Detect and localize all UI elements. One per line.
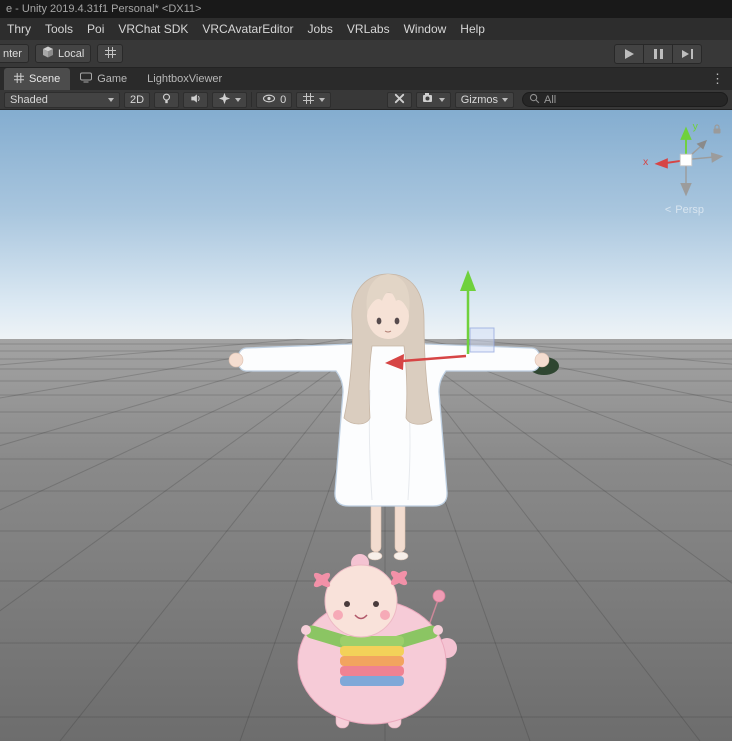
axis-x-handle[interactable]: [654, 158, 668, 169]
chevron-down-icon: [438, 97, 445, 102]
sweater-dress: [237, 340, 541, 507]
sparkle-icon: [218, 92, 231, 108]
chevron-down-icon: [235, 97, 242, 102]
axis-y-label: y: [693, 120, 699, 132]
scene-grid-icon: [14, 72, 24, 86]
tab-game-label: Game: [97, 73, 128, 85]
hidden-object-count: 0: [280, 93, 287, 106]
plane-handle[interactable]: [469, 327, 495, 353]
axis-y-cone[interactable]: [460, 270, 476, 291]
axis-center-handle[interactable]: [679, 153, 693, 167]
menu-item-vrchat-sdk[interactable]: VRChat SDK: [111, 18, 195, 40]
avatar-girl-model[interactable]: [228, 273, 559, 561]
draw-mode-label: Shaded: [10, 93, 48, 106]
window-title-bar: e - Unity 2019.4.31f1 Personal* <DX11>: [0, 0, 732, 18]
axis-y-handle[interactable]: [680, 126, 692, 140]
gizmos-dropdown[interactable]: Gizmos: [454, 91, 514, 108]
game-icon: [80, 72, 93, 86]
menu-bar: Thry Tools Poi VRChat SDK VRCAvatarEdito…: [0, 18, 732, 40]
menu-item-window[interactable]: Window: [397, 18, 454, 40]
axis-grey-down-cone[interactable]: [680, 182, 692, 197]
axis-grey-right-cone[interactable]: [710, 152, 724, 163]
lighting-toggle-button[interactable]: [154, 91, 180, 108]
lightbulb-icon: [160, 92, 173, 108]
axis-x-label: x: [643, 156, 649, 168]
menu-item-thry[interactable]: Thry: [0, 18, 38, 40]
main-toolbar: nter Local: [0, 40, 732, 68]
persp-text: Persp: [675, 204, 704, 216]
draw-mode-dropdown[interactable]: Shaded: [4, 91, 120, 108]
tools-icon: [393, 92, 406, 108]
snap-settings-button[interactable]: [97, 44, 124, 63]
tab-game[interactable]: Game: [70, 68, 137, 90]
scene-viewport[interactable]: y x < Persp: [0, 110, 732, 741]
tab-options-icon[interactable]: ⋮: [703, 68, 732, 90]
projection-mode-label[interactable]: < Persp: [665, 204, 704, 216]
eye-icon: [262, 92, 276, 108]
cube-icon: [42, 46, 54, 61]
play-icon: [624, 48, 634, 59]
pivot-mode-label: nter: [3, 47, 22, 60]
component-tools-toggle[interactable]: [386, 91, 412, 108]
menu-item-vrcavatareditor[interactable]: VRCAvatarEditor: [195, 18, 300, 40]
search-icon: [529, 93, 540, 107]
tab-scene[interactable]: Scene: [4, 68, 71, 90]
play-button[interactable]: [614, 43, 644, 64]
ear-bow-left: [313, 572, 331, 588]
persp-chevron-icon: <: [664, 204, 672, 216]
toggle-2d-button[interactable]: 2D: [124, 91, 151, 108]
scene-canvas[interactable]: [0, 110, 732, 741]
menu-item-poi[interactable]: Poi: [80, 18, 111, 40]
audio-toggle-button[interactable]: [183, 91, 209, 108]
toolbar-separator: [251, 92, 253, 107]
effects-dropdown[interactable]: [212, 91, 248, 108]
scene-visibility-toggle[interactable]: 0: [256, 91, 293, 108]
scene-view-toolbar: Shaded 2D 0 Gizmos All: [0, 90, 732, 110]
grid-visibility-dropdown[interactable]: [296, 91, 332, 108]
pivot-mode-button[interactable]: nter: [0, 44, 29, 63]
chevron-down-icon: [108, 97, 114, 102]
speaker-icon: [189, 92, 202, 108]
menu-item-help[interactable]: Help: [453, 18, 492, 40]
playback-controls: [614, 43, 702, 64]
toggle-2d-label: 2D: [130, 93, 145, 106]
step-button[interactable]: [672, 43, 702, 64]
snap-grid-icon: [104, 46, 117, 62]
camera-icon: [422, 92, 435, 107]
chevron-down-icon: [319, 97, 326, 102]
view-tab-bar: Scene Game LightboxViewer ⋮: [0, 68, 732, 90]
grid-icon: [302, 92, 315, 108]
menu-item-jobs[interactable]: Jobs: [301, 18, 340, 40]
gizmos-label: Gizmos: [460, 93, 498, 106]
tab-lightboxviewer-label: LightboxViewer: [147, 73, 223, 85]
step-icon: [681, 48, 693, 59]
menu-item-vrlabs[interactable]: VRLabs: [340, 18, 397, 40]
pause-icon: [653, 48, 663, 59]
avatar-alpaca-model[interactable]: [297, 554, 457, 729]
chevron-down-icon: [502, 97, 508, 102]
ear-bow-right: [390, 570, 408, 586]
lock-icon[interactable]: [711, 122, 723, 140]
tab-scene-label: Scene: [29, 73, 61, 85]
rotation-mode-label: Local: [57, 47, 85, 60]
pause-button[interactable]: [643, 43, 673, 64]
rotation-mode-button[interactable]: Local: [34, 44, 92, 63]
camera-settings-dropdown[interactable]: [415, 91, 451, 108]
tab-lightboxviewer[interactable]: LightboxViewer: [137, 68, 232, 90]
search-filter-value: All: [544, 93, 557, 106]
menu-item-tools[interactable]: Tools: [38, 18, 80, 40]
scene-search-input[interactable]: All: [522, 92, 728, 107]
window-title: e - Unity 2019.4.31f1 Personal* <DX11>: [6, 3, 202, 15]
